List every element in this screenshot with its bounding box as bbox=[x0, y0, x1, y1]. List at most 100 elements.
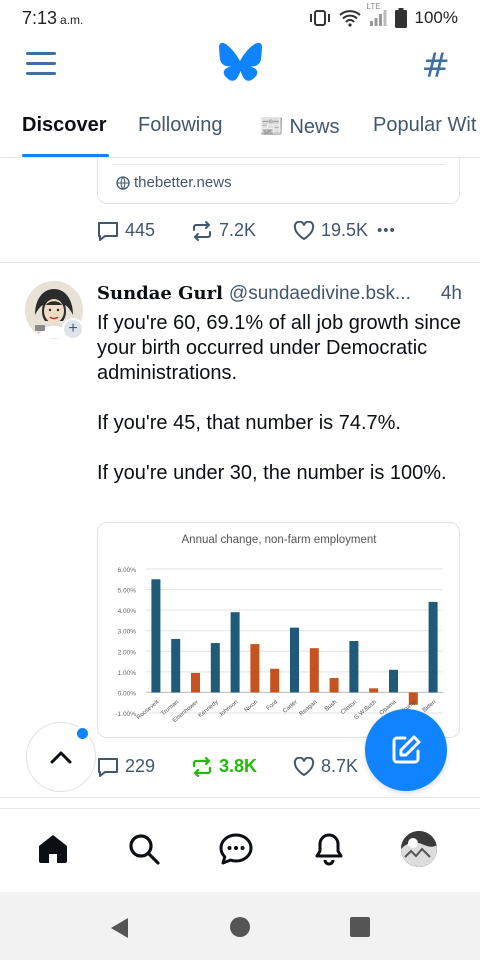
more-icon: ••• bbox=[377, 222, 396, 239]
bottom-nav bbox=[0, 808, 480, 892]
link-preview-card[interactable]: thebetter.news bbox=[97, 158, 460, 204]
tab-news[interactable]: 📰 News bbox=[259, 114, 339, 139]
back-button[interactable] bbox=[108, 916, 130, 945]
chart-y-tick: 4.00% bbox=[118, 608, 137, 615]
new-posts-indicator bbox=[75, 726, 90, 741]
reply-button[interactable]: 229 bbox=[97, 756, 191, 777]
repost-count: 7.2K bbox=[219, 220, 257, 240]
post-image[interactable]: Annual change, non-farm employment -1.00%… bbox=[97, 522, 460, 738]
chart-x-label: Reagan bbox=[299, 699, 319, 717]
wifi-icon bbox=[338, 10, 361, 27]
home-system-button[interactable] bbox=[229, 916, 251, 943]
post-divider bbox=[0, 262, 480, 263]
repost-button[interactable]: 7.2K bbox=[191, 220, 293, 241]
signal-icon: LTE bbox=[367, 2, 387, 26]
search-icon bbox=[129, 834, 160, 865]
home-circle-icon bbox=[230, 917, 250, 937]
home-icon bbox=[39, 835, 67, 863]
nav-notifications[interactable] bbox=[309, 829, 349, 869]
battery-icon bbox=[394, 8, 407, 28]
chart-title: Annual change, non-farm employment bbox=[182, 534, 378, 546]
chart-bar-nixon bbox=[250, 644, 260, 693]
app-header: # bbox=[0, 36, 480, 92]
prev-post-actions: 445 7.2K 19.5K ••• bbox=[97, 220, 396, 241]
chart-bar-gwbush bbox=[369, 688, 379, 693]
employment-bar-chart: Annual change, non-farm employment -1.00%… bbox=[115, 534, 443, 724]
author-handle[interactable]: @sundaedivine.bsk... bbox=[229, 283, 411, 304]
network-type: LTE bbox=[366, 2, 381, 11]
chart-bar-truman bbox=[171, 638, 181, 693]
card-divider bbox=[112, 164, 445, 165]
status-time: 7:13 a.m. bbox=[22, 8, 83, 29]
author-name[interactable]: Sundae Gurl bbox=[97, 283, 223, 304]
chart-bar-eisenhower bbox=[191, 672, 200, 693]
chart-y-tick: -1.00% bbox=[115, 711, 136, 718]
like-count: 8.7K bbox=[321, 756, 359, 776]
like-button[interactable]: 8.7K bbox=[293, 756, 377, 777]
chart-y-tick: 3.00% bbox=[118, 629, 137, 636]
repost-button[interactable]: 3.8K bbox=[191, 756, 293, 777]
feed-tabs: Discover Following 📰 News Popular Wit bbox=[0, 100, 480, 158]
system-nav-bar bbox=[0, 892, 480, 960]
tab-discover[interactable]: Discover bbox=[22, 114, 107, 137]
battery-percent: 100% bbox=[414, 8, 458, 27]
chart-x-label: Roosevelt bbox=[136, 699, 161, 721]
reply-count: 229 bbox=[125, 756, 156, 776]
link-domain: thebetter.news bbox=[116, 174, 232, 191]
chart-bar-clinton bbox=[349, 641, 359, 693]
tab-following[interactable]: Following bbox=[138, 114, 222, 137]
chart-bar-ford bbox=[270, 668, 280, 693]
back-triangle-icon bbox=[111, 918, 128, 938]
chart-bar-obama bbox=[389, 669, 398, 693]
heart-icon bbox=[293, 756, 315, 776]
butterfly-icon[interactable] bbox=[218, 42, 262, 82]
chart-bar-bush bbox=[329, 678, 339, 693]
status-icons: LTE 100% bbox=[309, 2, 458, 28]
chevron-up-icon bbox=[50, 751, 72, 764]
nav-profile[interactable] bbox=[399, 829, 439, 869]
chart-x-label: Ford bbox=[266, 699, 279, 712]
menu-icon[interactable] bbox=[26, 52, 56, 76]
chart-bar-carter bbox=[290, 627, 299, 693]
recents-button[interactable] bbox=[349, 916, 371, 943]
more-options-button[interactable]: ••• bbox=[377, 222, 396, 239]
chart-x-label: Bush bbox=[324, 699, 338, 712]
link-domain-text: thebetter.news bbox=[134, 174, 232, 191]
chart-bar-roosevelt bbox=[151, 579, 161, 693]
like-button[interactable]: 19.5K bbox=[293, 220, 377, 241]
status-bar: 7:13 a.m. LTE 100% bbox=[0, 0, 480, 36]
hash-icon[interactable]: # bbox=[422, 46, 451, 86]
chart-y-tick: 1.00% bbox=[118, 670, 137, 677]
chart-x-label: Carter bbox=[282, 699, 299, 714]
tab-popular[interactable]: Popular Wit bbox=[373, 114, 476, 137]
globe-icon bbox=[116, 175, 130, 190]
reply-icon bbox=[98, 757, 118, 777]
heart-icon bbox=[293, 220, 315, 240]
post-divider-bottom bbox=[0, 797, 480, 798]
compose-icon bbox=[392, 735, 421, 764]
nav-chat[interactable] bbox=[216, 829, 256, 869]
nav-search[interactable] bbox=[124, 829, 164, 869]
chart-y-tick: 0.00% bbox=[118, 690, 137, 697]
chart-y-tick: 6.00% bbox=[118, 567, 137, 574]
like-count: 19.5K bbox=[321, 220, 369, 240]
recents-square-icon bbox=[350, 917, 370, 937]
repost-icon bbox=[192, 756, 212, 777]
compose-post-button[interactable] bbox=[365, 709, 447, 791]
chart-bar-kennedy bbox=[210, 643, 220, 693]
nav-home[interactable] bbox=[33, 829, 73, 869]
repost-icon bbox=[193, 220, 211, 241]
chart-x-label: G.W.Bush bbox=[353, 699, 378, 721]
profile-avatar bbox=[401, 831, 437, 867]
follow-plus-button[interactable]: + bbox=[62, 318, 84, 340]
reply-button[interactable]: 445 bbox=[97, 220, 191, 241]
chart-bar-reagan bbox=[309, 648, 319, 693]
chart-bar-biden bbox=[428, 601, 438, 693]
active-tab-indicator bbox=[22, 154, 109, 157]
reply-count: 445 bbox=[125, 220, 156, 240]
post-header: Sundae Gurl @sundaedivine.bsk... 4h bbox=[97, 283, 462, 305]
chart-y-tick: 2.00% bbox=[118, 649, 137, 656]
chart-x-label: Kennedy bbox=[198, 699, 220, 719]
post-text: If you're 60, 69.1% of all job growth si… bbox=[97, 312, 462, 484]
repost-count: 3.8K bbox=[219, 756, 258, 776]
